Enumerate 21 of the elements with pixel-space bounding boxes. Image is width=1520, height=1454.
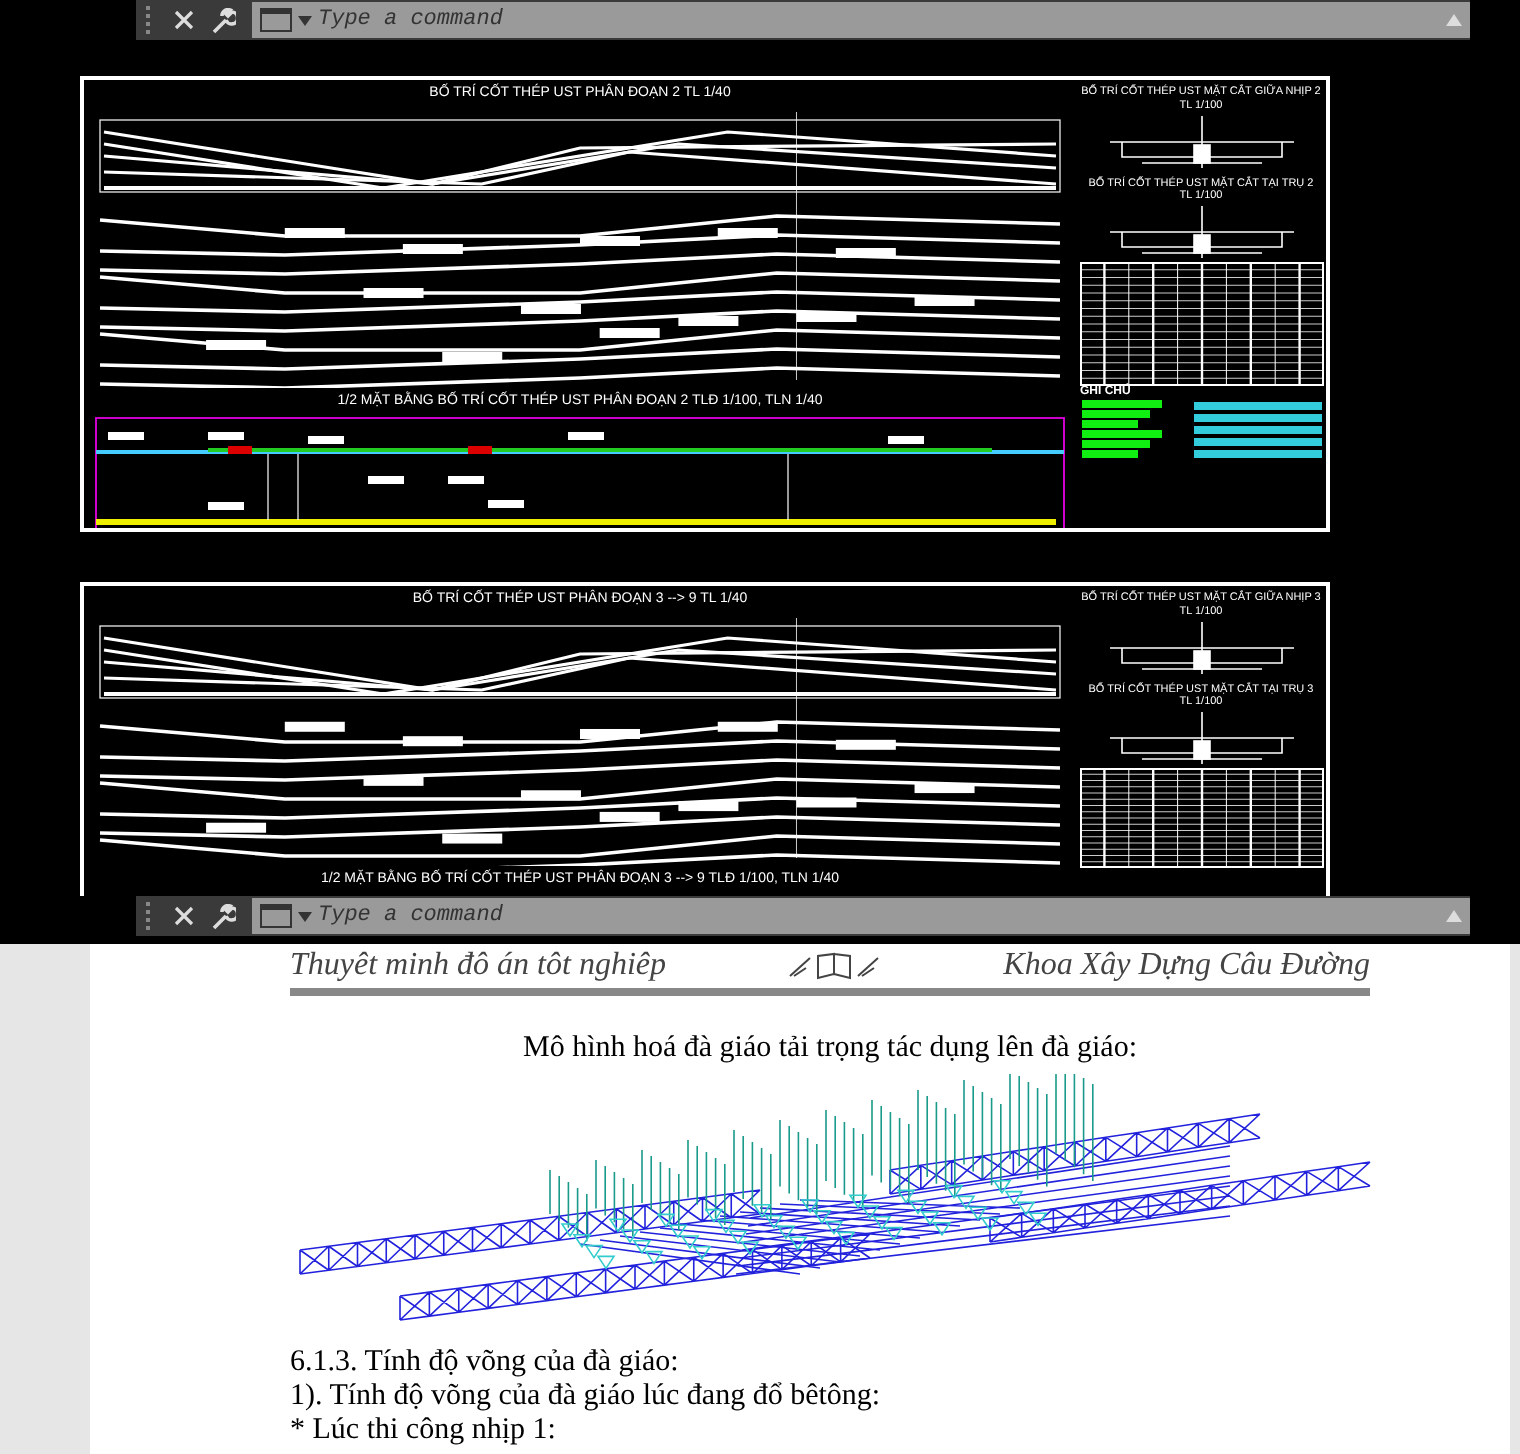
header-department: Khoa Xây Dựng Câu Đường bbox=[1003, 948, 1370, 984]
grip-icon[interactable] bbox=[146, 6, 156, 34]
figure-caption: Mô hình hoá đà giáo tải trọng tác dụng lên đà giáo: bbox=[520, 1032, 1139, 1066]
command-input[interactable]: Type a command bbox=[318, 4, 1440, 36]
grip-icon[interactable] bbox=[146, 902, 156, 930]
section-heading: 6.1.3. Tính độ võng của đà giáo: bbox=[290, 1346, 681, 1380]
book-pen-icon bbox=[786, 950, 883, 982]
close-icon[interactable] bbox=[174, 10, 194, 30]
command-window-icon[interactable] bbox=[260, 904, 292, 928]
command-input[interactable]: Type a command bbox=[318, 900, 1440, 932]
paragraph: 1). Tính độ võng của đà giáo lúc đang đổ bêtông: bbox=[290, 1380, 883, 1414]
wrench-icon[interactable] bbox=[210, 7, 236, 33]
paragraph: * Lúc thi công nhịp 1: bbox=[290, 1414, 558, 1448]
caret-icon[interactable] bbox=[298, 15, 312, 25]
command-window-icon[interactable] bbox=[260, 8, 292, 32]
close-icon[interactable] bbox=[174, 906, 194, 926]
command-field[interactable]: Type a command bbox=[252, 2, 1470, 38]
caret-icon[interactable] bbox=[298, 911, 312, 921]
command-field[interactable]: Type a command bbox=[252, 898, 1470, 934]
wrench-icon[interactable] bbox=[210, 903, 236, 929]
header-title: Thuyêt minh đô án tôt nghiêp bbox=[290, 948, 666, 984]
